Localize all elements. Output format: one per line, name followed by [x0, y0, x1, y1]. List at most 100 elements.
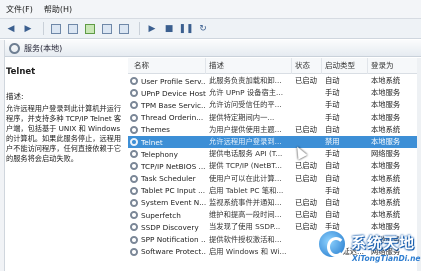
stop-service-icon[interactable]: ■	[162, 22, 176, 36]
service-name-cell: TPM Base Servic...	[128, 101, 206, 110]
gear-icon	[130, 101, 138, 110]
service-name: UPnP Device Host	[141, 88, 206, 98]
service-name: Thread Orderin...	[141, 113, 204, 123]
back-icon[interactable]: ◀	[4, 22, 18, 36]
description-pane: Telnet 描述: 允许远程用户登录到此计算机并运行程序，并支持多种 TCP/…	[5, 58, 128, 271]
gear-icon	[130, 77, 138, 86]
service-description: 提供特定期间内一...	[209, 112, 275, 122]
service-logon-as: 本地系统	[371, 76, 401, 86]
service-name-cell: System Event N...	[128, 198, 206, 207]
service-description: 提供电话服务 API (T...	[209, 149, 283, 159]
service-startup-type: 自动	[325, 161, 340, 171]
service-name-cell: Telephony	[128, 150, 206, 159]
column-header-description[interactable]: 描述	[206, 58, 292, 74]
service-description: 允许远程用户登录到...	[209, 137, 282, 147]
pane-header: 服务(本地)	[5, 40, 421, 57]
service-name-cell: SSDP Discovery	[128, 223, 206, 232]
service-row[interactable]: Tablet PC Input ... 启用 Tablet PC 笔和... 手动 本…	[128, 185, 421, 197]
column-header-logon-as[interactable]: 登录为	[368, 58, 421, 74]
description-text: 允许远程用户登录到此计算机并运行程序，并支持多种 TCP/IP Telnet 客…	[6, 104, 122, 163]
service-description: 监视系统事件并通知...	[209, 197, 282, 207]
column-header-name[interactable]: 名称	[128, 58, 206, 74]
service-description: 维护和提高一段时间...	[209, 210, 282, 220]
service-title: Telnet	[6, 67, 36, 77]
service-logon-as: 本地系统	[371, 197, 401, 207]
service-name: Telephony	[141, 149, 178, 159]
service-name-cell: Thread Orderin...	[128, 113, 206, 122]
show-hide-tree-icon[interactable]	[49, 22, 63, 36]
start-service-icon[interactable]: ▶	[145, 22, 159, 36]
service-status: 已启动	[295, 76, 317, 86]
service-name: SPP Notification ...	[141, 235, 206, 245]
service-name-cell: Superfetch	[128, 211, 206, 220]
export-list-icon[interactable]	[100, 22, 114, 36]
service-name: Software Protect...	[141, 247, 206, 257]
column-header-startup-type[interactable]: 启动类型	[322, 58, 368, 74]
service-description: 提供软件授权激活和...	[209, 234, 282, 244]
properties-icon[interactable]	[66, 22, 80, 36]
service-name: Task Scheduler	[141, 174, 196, 184]
toolbar-divider	[43, 22, 44, 35]
service-row[interactable]: Themes 为用户提供使用主题... 已启动 自动 本地系统	[128, 124, 421, 136]
service-name-cell: Tablet PC Input ...	[128, 186, 206, 195]
pause-service-icon[interactable]: ❚❚	[178, 22, 193, 36]
restart-service-icon[interactable]: ↻	[196, 22, 210, 36]
toolbar: ◀ ▶ ▶ ■ ❚❚ ↻	[0, 19, 421, 39]
service-row[interactable]: Task Scheduler 使用户可以在此计算... 已启动 自动 本地系统	[128, 173, 421, 185]
watermark: 系统天地 XiTongTianDi.net	[314, 226, 421, 271]
service-startup-type: 禁用	[325, 137, 340, 147]
service-description: 使用户可以在此计算...	[209, 173, 282, 183]
toolbar-divider	[139, 22, 140, 35]
service-description: 当发现了使用 SSDP...	[209, 222, 281, 232]
service-logon-as: 网络服务	[371, 149, 401, 159]
gear-icon	[9, 42, 20, 54]
service-startup-type: 自动	[325, 210, 340, 220]
service-logon-as: 本地系统	[371, 173, 401, 183]
service-name-cell: SPP Notification ...	[128, 235, 206, 244]
service-description: 允许访问受信任的平...	[209, 100, 282, 110]
service-description: 为用户提供使用主题...	[209, 124, 282, 134]
service-row[interactable]: TCP/IP NetBIOS ... 提供 TCP/IP (NetBT... 已启动…	[128, 160, 421, 172]
gear-icon	[130, 125, 138, 134]
service-name: TCP/IP NetBIOS ...	[141, 161, 206, 171]
gear-icon	[130, 174, 138, 183]
service-name-cell: Task Scheduler	[128, 174, 206, 183]
service-status: 已启动	[295, 173, 317, 183]
help-icon[interactable]	[117, 22, 131, 36]
gear-icon	[130, 211, 138, 220]
service-row[interactable]: Superfetch 维护和提高一段时间... 已启动 自动 本地系统	[128, 209, 421, 221]
service-name-cell: Software Protect...	[128, 247, 206, 256]
column-header-status[interactable]: 状态	[292, 58, 322, 74]
refresh-icon[interactable]	[83, 22, 97, 36]
service-logon-as: 本地服务	[371, 100, 401, 110]
service-row[interactable]: Telephony 提供电话服务 API (T... 手动 网络服务	[128, 148, 421, 160]
service-row[interactable]: Telnet 允许远程用户登录到... 禁用 本地服务	[128, 135, 421, 149]
description-label: 描述:	[6, 92, 24, 101]
service-row[interactable]: System Event N... 监视系统事件并通知... 已启动 自动 本地系统	[128, 197, 421, 209]
menu-help[interactable]: 帮助(H)	[44, 4, 72, 15]
service-status: 已启动	[295, 210, 317, 220]
service-description: 提供 TCP/IP (NetBT...	[209, 161, 282, 171]
gear-icon	[130, 198, 138, 207]
service-startup-type: 手动	[325, 100, 340, 110]
gear-icon	[130, 113, 138, 122]
service-startup-type: 自动	[325, 197, 340, 207]
service-row[interactable]: UPnP Device Host 允许 UPnP 设备宿主... 手动 本地服务	[128, 87, 421, 99]
menubar: 文件(F) 帮助(H)	[0, 0, 421, 19]
service-logon-as: 本地系统	[371, 185, 401, 195]
service-row[interactable]: Thread Orderin... 提供特定期间内一... 手动 本地服务	[128, 112, 421, 124]
services-window: 文件(F) 帮助(H) ◀ ▶ ▶ ■ ❚❚ ↻ 服务(本地) Telnet 描…	[0, 0, 421, 271]
service-description: 允许 UPnP 设备宿主...	[209, 88, 284, 98]
service-row[interactable]: User Profile Serv... 此服务负责加载和卸... 已启动 自动 本地系…	[128, 75, 421, 87]
forward-icon[interactable]: ▶	[21, 22, 35, 36]
service-name: TPM Base Servic...	[141, 100, 206, 110]
service-name-cell: TCP/IP NetBIOS ...	[128, 162, 206, 171]
service-status: 已启动	[295, 124, 317, 134]
service-startup-type: 手动	[325, 149, 340, 159]
service-status: 已启动	[295, 161, 317, 171]
menu-file[interactable]: 文件(F)	[6, 4, 33, 15]
service-description: 此服务负责加载和卸...	[209, 76, 282, 86]
service-description: 启用 Tablet PC 笔和...	[209, 185, 284, 195]
service-name-cell: Telnet	[128, 138, 206, 147]
service-row[interactable]: TPM Base Servic... 允许访问受信任的平... 手动 本地服务	[128, 99, 421, 111]
